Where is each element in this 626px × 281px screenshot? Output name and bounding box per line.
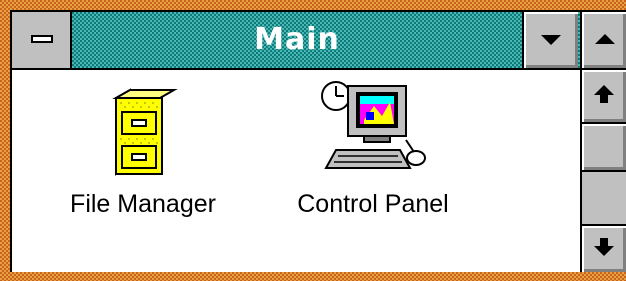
vertical-scrollbar[interactable] [580,70,626,272]
program-group-window: Main File Manager Control Panel [0,0,626,281]
computer-clock-icon [321,81,426,169]
file-manager-item[interactable]: File Manager [48,88,238,219]
title-bar[interactable]: Main [12,12,580,70]
down-arrow-icon [594,238,614,256]
scroll-up-button[interactable] [582,70,626,124]
system-menu-icon [31,35,53,43]
window-title: Main [254,22,340,57]
maximize-arrow-icon [595,34,615,44]
minimize-arrow-icon [541,35,561,45]
scroll-down-button[interactable] [582,224,626,272]
system-menu-button[interactable] [12,12,72,68]
scroll-track[interactable] [582,172,626,224]
control-panel-label: Control Panel [297,190,449,218]
file-cabinet-icon [112,88,178,176]
control-panel-item[interactable]: Control Panel [268,78,478,219]
program-items-area: File Manager Control Panel [12,70,580,272]
scroll-thumb[interactable] [582,124,626,172]
file-manager-label: File Manager [70,190,216,218]
up-arrow-icon [594,85,614,103]
window-body: Main File Manager Control Panel [10,10,626,272]
minimize-button[interactable] [522,12,578,68]
maximize-button[interactable] [580,12,626,70]
